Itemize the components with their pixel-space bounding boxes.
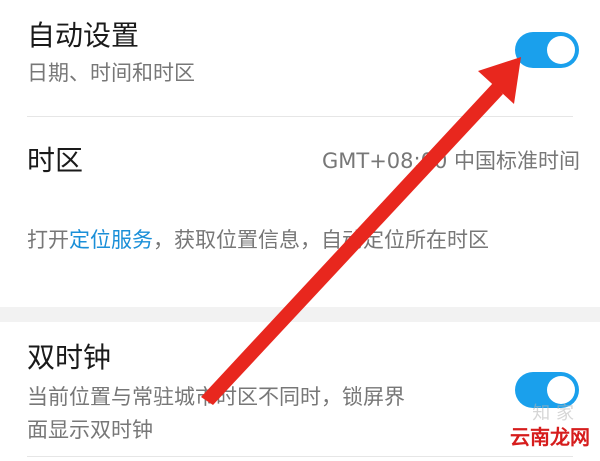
- section-separator: [0, 307, 600, 322]
- location-hint: 打开定位服务，获取位置信息，自动定位所在时区: [27, 222, 567, 258]
- auto-setting-row[interactable]: 自动设置 日期、时间和时区: [0, 0, 600, 116]
- auto-setting-toggle[interactable]: [515, 32, 579, 68]
- dual-clock-subtitle-line1: 当前位置与常驻城市时区不同时，锁屏界: [27, 385, 405, 409]
- toggle-knob: [547, 36, 575, 64]
- faint-watermark: 知 家: [532, 403, 574, 424]
- site-watermark: 云南龙网: [510, 425, 590, 449]
- location-service-link[interactable]: 定位服务: [69, 228, 153, 252]
- timezone-row[interactable]: 时区 GMT+08:00 中国标准时间: [0, 117, 600, 205]
- dual-clock-title: 双时钟: [27, 341, 112, 374]
- toggle-knob: [547, 376, 575, 404]
- auto-setting-subtitle: 日期、时间和时区: [27, 61, 195, 85]
- timezone-value: GMT+08:00 中国标准时间: [321, 149, 580, 173]
- dual-clock-subtitle-line2: 面显示双时钟: [27, 418, 153, 442]
- timezone-title: 时区: [27, 144, 84, 177]
- date-time-settings-screen: 自动设置 日期、时间和时区 时区 GMT+08:00 中国标准时间 打开定位服务…: [0, 0, 600, 461]
- hint-prefix: 打开: [27, 228, 69, 252]
- hint-suffix: ，获取位置信息，自动定位所在时区: [153, 228, 489, 252]
- auto-setting-title: 自动设置: [27, 19, 140, 52]
- divider: [27, 456, 573, 457]
